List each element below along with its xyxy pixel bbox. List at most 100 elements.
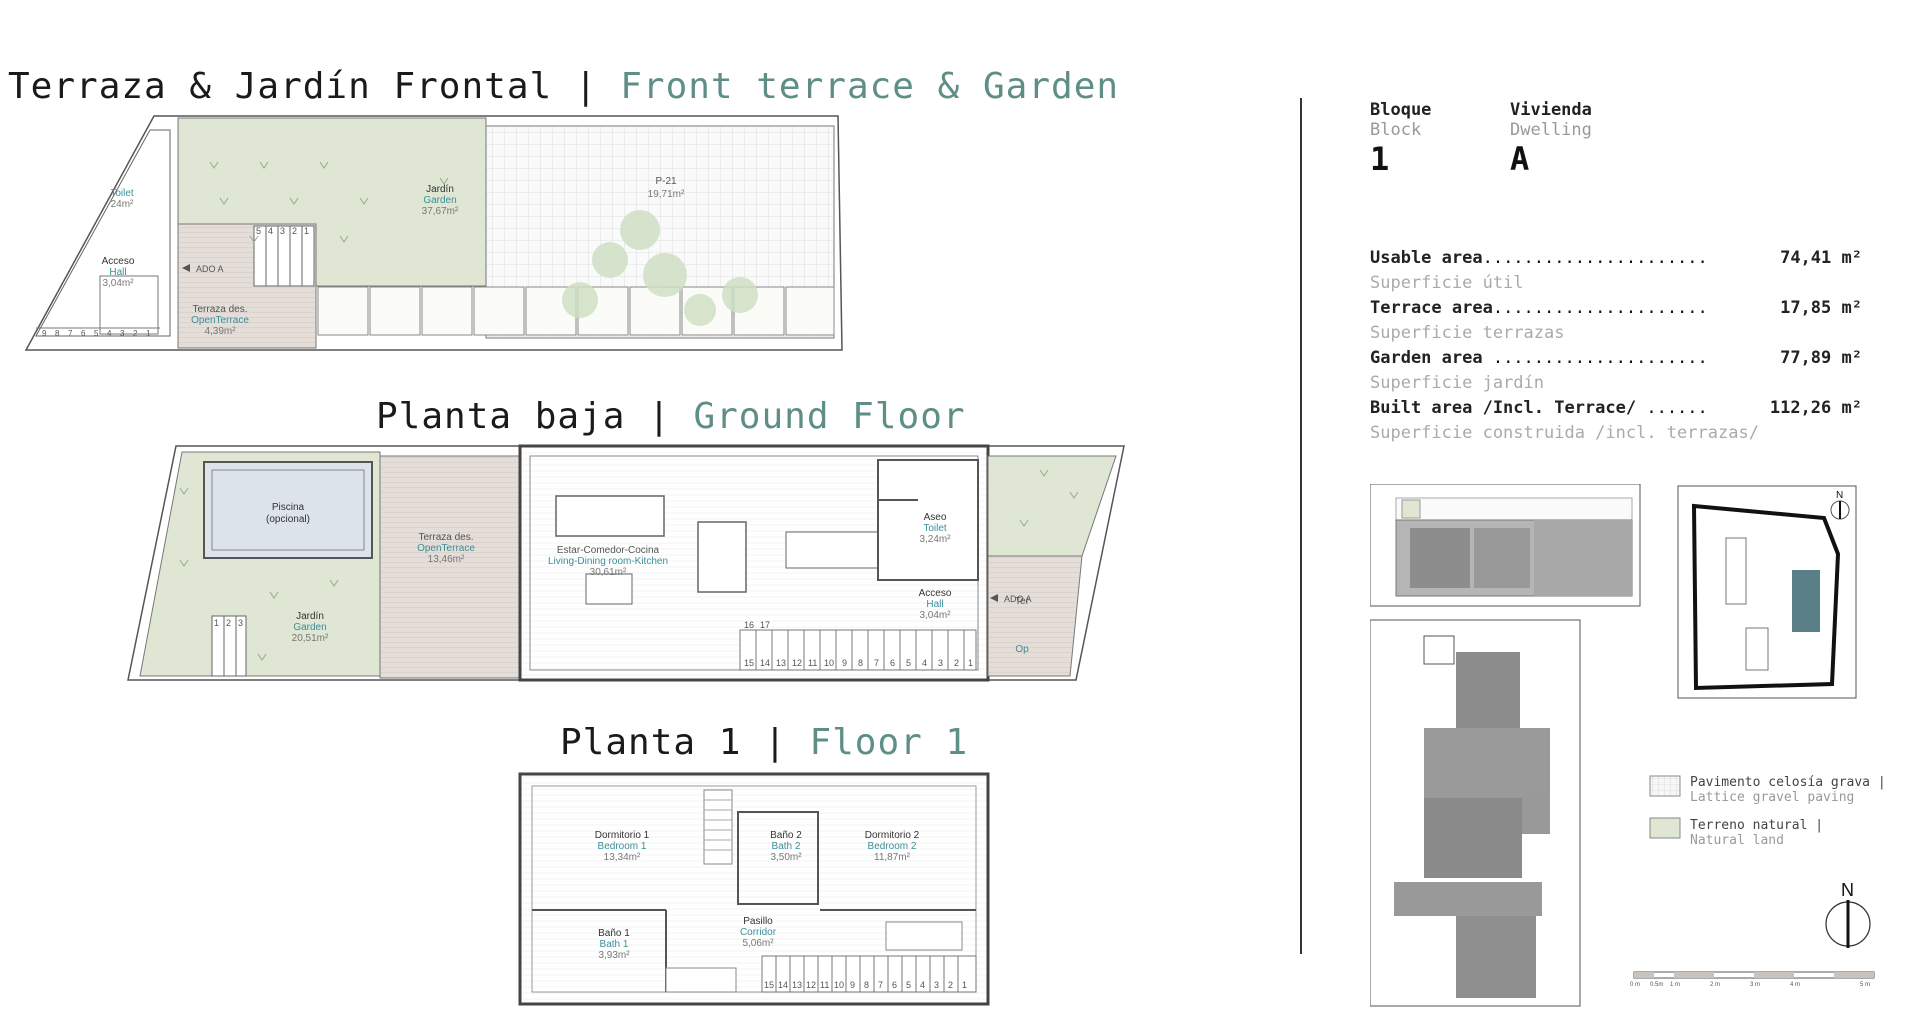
ground-garden-label-es: Jardín xyxy=(296,611,324,622)
front-terrace-area: 4,39m² xyxy=(204,326,236,337)
f1-stair-7: 7 xyxy=(878,980,883,990)
built-area-unit: m² xyxy=(1841,398,1862,418)
ground-terrace-label-es: Terraza des. xyxy=(418,532,473,543)
front-section-mark: ADO A xyxy=(196,264,224,274)
ground-right-terrace-en: Op xyxy=(1015,644,1029,655)
garden-area-unit: m² xyxy=(1841,348,1862,368)
front-toilet-label-en: Toilet xyxy=(110,188,134,199)
front-toilet-area: 24m² xyxy=(111,199,134,210)
living-label-es: Estar-Comedor-Cocina xyxy=(557,545,660,556)
terrace-area-row: Terrace area..................... 17,85 … xyxy=(1370,298,1862,318)
front-stair-3: 3 xyxy=(280,226,285,236)
front-garden-label-es: Jardín xyxy=(426,184,454,195)
corridor-label-es: Pasillo xyxy=(743,916,773,927)
ground-toilet-area: 3,24m² xyxy=(919,534,951,545)
dwelling-info: Vivienda Dwelling A xyxy=(1510,100,1592,178)
garden-area-value: 77,89 xyxy=(1780,348,1832,368)
legend-lattice: Pavimento celosía grava | Lattice gravel… xyxy=(1690,775,1886,805)
legend-natural-en: Natural land xyxy=(1690,833,1784,848)
usable-area-unit: m² xyxy=(1841,248,1862,268)
scale-3: 3 m xyxy=(1750,982,1760,988)
ground-floor-plan: 15 14 13 12 11 10 9 8 7 6 5 4 3 2 1 16 1… xyxy=(127,444,1125,682)
ground-stair-9: 9 xyxy=(842,658,847,668)
bedroom1-label-en: Bedroom 1 xyxy=(598,841,647,852)
ground-toilet-label-es: Aseo xyxy=(924,512,947,523)
usable-area-value: 74,41 xyxy=(1780,248,1832,268)
ground-stair-11: 11 xyxy=(808,658,817,668)
scale-4: 4 m xyxy=(1790,982,1800,988)
floor1-plan: 15 14 13 12 11 10 9 8 7 6 5 4 3 2 1 Dorm… xyxy=(518,772,990,1006)
ground-stair-8: 8 xyxy=(858,658,863,668)
garden-stair-1: 1 xyxy=(214,618,219,628)
front-terrace-label-en: OpenTerrace xyxy=(191,315,249,326)
terrace-area-sub: Superficie terrazas xyxy=(1370,323,1565,343)
front-hall-area: 3,04m² xyxy=(102,278,134,289)
f1-stair-8: 8 xyxy=(864,980,869,990)
garden-area-row: Garden area ..................... 77,89 … xyxy=(1370,348,1862,368)
ground-stair-5: 5 xyxy=(906,658,911,668)
front-terrace-label-es: Terraza des. xyxy=(192,304,247,315)
scale-bar: 0 m 0.5m 1 m 2 m 3 m 4 m 5 m xyxy=(1630,971,1875,988)
f1-stair-10: 10 xyxy=(834,980,844,990)
legend-natural-es: Terreno natural | xyxy=(1690,818,1824,833)
ground-stair-13: 13 xyxy=(776,658,786,668)
front-p21-area: 19,71m² xyxy=(648,189,685,200)
ground-stair-2: 2 xyxy=(954,658,959,668)
ground-stair-16: 16 xyxy=(744,620,754,630)
terrace-area-dots: ..................... xyxy=(1492,298,1708,318)
legend-natural-swatch xyxy=(1649,817,1681,839)
svg-text:8: 8 xyxy=(55,329,60,338)
site-north-label: N xyxy=(1836,490,1843,501)
svg-text:2: 2 xyxy=(133,329,138,338)
built-area-dots: ...... xyxy=(1636,398,1708,418)
ground-stair-7: 7 xyxy=(874,658,879,668)
terrace-area-label: Terrace area xyxy=(1370,298,1493,318)
block-label: Bloque xyxy=(1370,100,1432,120)
svg-text:1: 1 xyxy=(146,329,151,338)
legend-lattice-en: Lattice gravel paving xyxy=(1690,790,1855,805)
ground-stair-12: 12 xyxy=(792,658,802,668)
dwelling-value: A xyxy=(1510,140,1530,178)
f1-stair-9: 9 xyxy=(850,980,855,990)
front-p21-label: P-21 xyxy=(655,176,677,187)
f1-stair-14: 14 xyxy=(778,980,788,990)
ground-terrace-label-en: OpenTerrace xyxy=(417,543,475,554)
front-hall-label-en: Hall xyxy=(109,267,126,278)
ground-stair-10: 10 xyxy=(824,658,834,668)
front-garden-label-en: Garden xyxy=(423,195,456,206)
north-arrow-label: N xyxy=(1841,880,1854,900)
ground-toilet-label-en: Toilet xyxy=(923,523,947,534)
ground-stair-6: 6 xyxy=(890,658,895,668)
ground-stair-4: 4 xyxy=(922,658,927,668)
pool-optional-label: (opcional) xyxy=(266,514,310,525)
built-area-value: 112,26 xyxy=(1769,398,1832,418)
living-area: 30,61m² xyxy=(590,567,627,578)
ground-hall-label-en: Hall xyxy=(926,599,943,610)
scale-2: 2 m xyxy=(1710,982,1720,988)
f1-stair-1: 1 xyxy=(962,980,967,990)
front-hall-label-es: Acceso xyxy=(102,256,135,267)
usable-area-dots: ...................... xyxy=(1482,248,1708,268)
svg-text:4: 4 xyxy=(107,329,112,338)
svg-text:3: 3 xyxy=(120,329,125,338)
front-stair-2: 2 xyxy=(292,226,297,236)
usable-area-label: Usable area xyxy=(1370,248,1483,268)
bath1-area: 3,93m² xyxy=(598,950,630,961)
scale-0: 0 m xyxy=(1630,982,1640,988)
f1-stair-2: 2 xyxy=(948,980,953,990)
svg-text:5: 5 xyxy=(94,329,99,338)
bath1-label-en: Bath 1 xyxy=(600,939,629,950)
panel-divider xyxy=(1300,98,1302,954)
scale-05: 0.5m xyxy=(1650,982,1663,988)
garden-area-sub: Superficie jardín xyxy=(1370,373,1544,393)
terrace-area-value: 17,85 xyxy=(1780,298,1832,318)
bath1-label-es: Baño 1 xyxy=(598,928,630,939)
legend-lattice-swatch xyxy=(1649,775,1681,797)
bedroom2-area: 11,87m² xyxy=(874,852,911,863)
key-plans: N N 0 m 0.5m 1 m 2 m 3 m 4 m 5 m xyxy=(1370,484,1875,1007)
legend-natural: Terreno natural | Natural land xyxy=(1690,818,1823,848)
dwelling-label: Vivienda xyxy=(1510,100,1592,120)
ground-section-mark: ADO A xyxy=(1004,594,1032,604)
ground-stair-3: 3 xyxy=(938,658,943,668)
f1-stair-5: 5 xyxy=(906,980,911,990)
